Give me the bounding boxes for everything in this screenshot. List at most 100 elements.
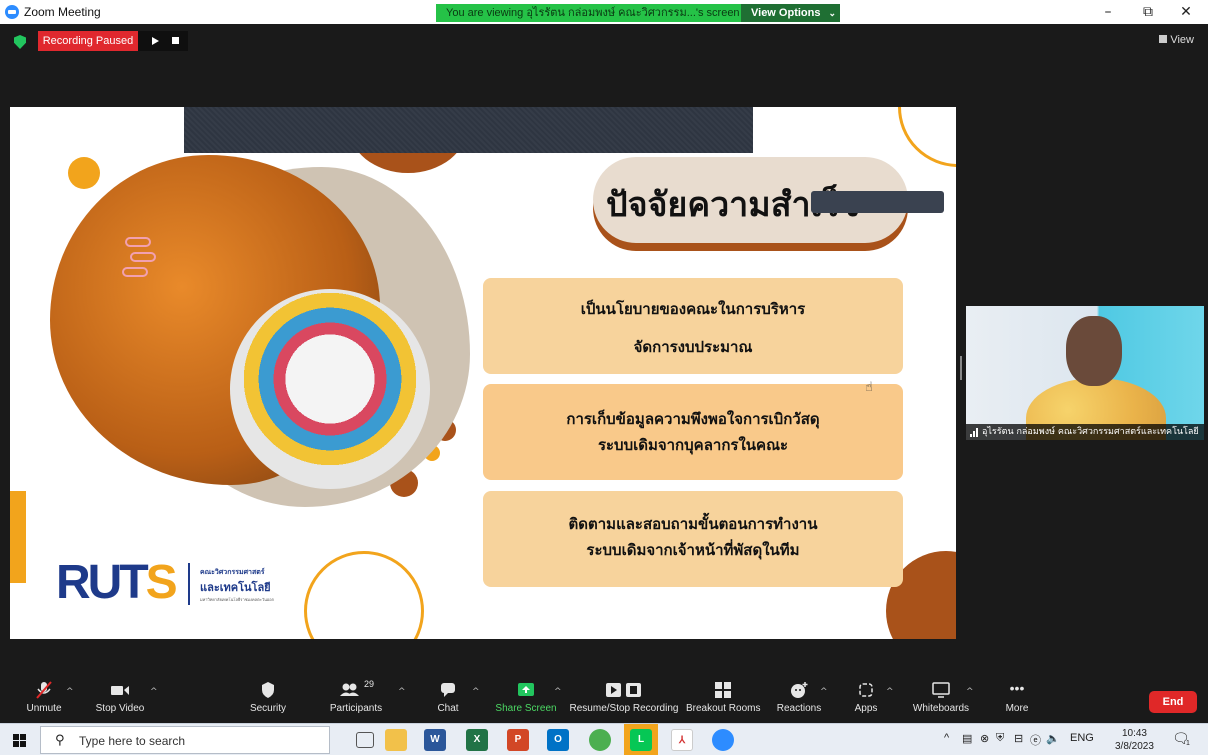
unmute-button[interactable]: Unmute (22, 681, 66, 714)
share-banner: You are viewing อุไรรัตน กล่อมพงษ์ คณะวิ… (436, 4, 741, 22)
card-line: เป็นนโยบายของคณะในการบริหาร (580, 300, 806, 318)
view-label: View (1170, 34, 1194, 46)
line-icon[interactable]: L (630, 729, 652, 751)
people-icon: 29 (326, 679, 386, 699)
card-line: จัดการงบประมาณ (633, 338, 753, 356)
logo-divider (188, 563, 190, 605)
faculty-line3: มหาวิทยาลัยเทคโนโลยีราชมงคลตะวันออก (200, 597, 275, 602)
apps-icon (850, 681, 882, 699)
reactions-button[interactable]: Reactions (776, 681, 822, 714)
participant-name: อุไรรัตน กล่อมพงษ์ คณะวิศวกรรมศาสตร์และเ… (966, 424, 1204, 440)
paperclip-shape (125, 237, 151, 247)
chat-options-chevron-icon[interactable]: ^ (472, 687, 480, 697)
decorative-bar (10, 491, 26, 583)
maximize-button[interactable]: ⧉ (1128, 2, 1168, 22)
breakout-rooms-button[interactable]: Breakout Rooms (686, 681, 760, 714)
success-factor-card: ติดตามและสอบถามขั้นตอนการทำงาน ระบบเดิมจ… (483, 491, 903, 587)
reactions-options-chevron-icon[interactable]: ^ (820, 687, 828, 697)
volume-icon[interactable]: 🔈 (1046, 732, 1060, 745)
view-button[interactable]: View (1159, 34, 1194, 46)
faculty-line1: คณะวิศวกรรมศาสตร์ (200, 568, 265, 576)
more-button[interactable]: ••• More (1000, 681, 1034, 714)
show-hidden-icons-chevron-icon[interactable]: ^ (944, 732, 949, 744)
share-options-chevron-icon[interactable]: ^ (554, 687, 562, 697)
faculty-line2: และเทคโนโลยี (200, 581, 271, 594)
task-view-icon[interactable] (356, 732, 374, 748)
apps-options-chevron-icon[interactable]: ^ (886, 687, 894, 697)
view-options-button[interactable]: View Options ⌄ (741, 4, 840, 22)
participants-button[interactable]: 29 Participants (326, 679, 386, 714)
signal-strength-icon (970, 427, 980, 437)
tray-network-icon[interactable]: ⊗ (980, 732, 989, 745)
redacted-bar (184, 107, 753, 153)
stop-video-button[interactable]: Stop Video (92, 681, 148, 714)
stationery-photo (230, 289, 430, 489)
whiteboards-button[interactable]: Whiteboards (910, 681, 972, 714)
muted-microphone-icon (22, 681, 66, 699)
breakout-rooms-icon (686, 681, 760, 699)
tray-edge-icon[interactable]: ⓔ (1030, 732, 1041, 748)
encryption-shield-icon[interactable] (14, 35, 26, 49)
word-icon[interactable]: W (424, 729, 446, 751)
share-screen-label: Share Screen (495, 703, 557, 714)
windows-start-icon[interactable] (13, 734, 27, 748)
pdf-reader-icon[interactable]: ⅄ (671, 729, 693, 751)
audio-options-chevron-icon[interactable]: ^ (66, 687, 74, 697)
panel-resize-handle[interactable] (960, 356, 962, 380)
resume-stop-recording-label: Resume/Stop Recording (569, 703, 679, 714)
share-screen-icon (494, 681, 558, 699)
ruts-logo: RUTS (56, 555, 178, 610)
stop-recording-icon[interactable] (172, 37, 179, 44)
decorative-ring (898, 107, 956, 167)
unmute-label: Unmute (26, 703, 62, 714)
chat-bubble-icon (430, 681, 466, 699)
tray-security-icon[interactable]: ⛨ (996, 732, 1004, 745)
close-button[interactable]: ✕ (1166, 2, 1206, 22)
outlook-icon[interactable]: O (547, 729, 569, 751)
security-button[interactable]: Security (246, 681, 290, 714)
whiteboard-icon (910, 681, 972, 699)
success-factor-card: เป็นนโยบายของคณะในการบริหาร จัดการงบประม… (483, 278, 903, 374)
participant-video-tile[interactable]: อุไรรัตน กล่อมพงษ์ คณะวิศวกรรมศาสตร์และเ… (966, 306, 1204, 440)
windows-taskbar: ⚲ Type here to search W X P O L ⅄ ^ ▤ ⊗ … (0, 723, 1208, 755)
share-screen-button[interactable]: Share Screen (494, 681, 558, 714)
recording-controls-icon (568, 681, 680, 699)
input-language-indicator[interactable]: ENG (1070, 732, 1094, 744)
excel-icon[interactable]: X (466, 729, 488, 751)
video-options-chevron-icon[interactable]: ^ (150, 687, 158, 697)
end-meeting-button[interactable]: End (1149, 691, 1197, 713)
tray-display-icon[interactable]: ⊟ (1014, 732, 1023, 745)
more-label: More (1005, 703, 1029, 714)
powerpoint-icon[interactable]: P (507, 729, 529, 751)
participants-options-chevron-icon[interactable]: ^ (398, 687, 406, 697)
whiteboards-options-chevron-icon[interactable]: ^ (966, 687, 974, 697)
minimize-button[interactable]: – (1088, 2, 1128, 22)
chat-button[interactable]: Chat (430, 681, 466, 714)
logo-s-text: S (145, 556, 178, 609)
paperclip-shape (122, 267, 148, 277)
taskbar-search-box[interactable]: ⚲ Type here to search (40, 726, 330, 754)
meeting-toolbar: Unmute ^ Stop Video ^ Security 29 Partic… (0, 675, 1208, 723)
chevron-down-icon: ⌄ (828, 8, 837, 18)
more-dots-icon: ••• (1009, 680, 1025, 696)
card-line: ระบบเดิมจากบุคลากรในคณะ (597, 436, 789, 454)
apps-button[interactable]: Apps (850, 681, 882, 714)
reactions-label: Reactions (776, 703, 822, 714)
hand-cursor-icon: ☝ (865, 380, 873, 395)
search-placeholder: Type here to search (79, 734, 186, 748)
recording-status: Recording Paused (38, 31, 138, 51)
resume-stop-recording-button[interactable]: Resume/Stop Recording (568, 681, 680, 714)
clock-date: 3/8/2023 (1115, 741, 1154, 752)
tray-app-icon[interactable]: ▤ (962, 732, 972, 745)
chrome-icon[interactable] (589, 729, 611, 751)
video-camera-icon (92, 681, 148, 699)
paperclip-shape (130, 252, 156, 262)
breakout-rooms-label: Breakout Rooms (686, 703, 761, 714)
clock-time: 10:43 (1121, 728, 1147, 739)
apps-label: Apps (854, 703, 878, 714)
zoom-taskbar-icon[interactable] (712, 729, 734, 751)
success-factor-card: การเก็บข้อมูลความพึงพอใจการเบิกวัสดุ ระบ… (483, 384, 903, 480)
taskbar-clock[interactable]: 10:43 3/8/2023 (1115, 727, 1154, 753)
file-explorer-icon[interactable] (385, 729, 407, 751)
resume-recording-icon[interactable] (152, 37, 159, 45)
